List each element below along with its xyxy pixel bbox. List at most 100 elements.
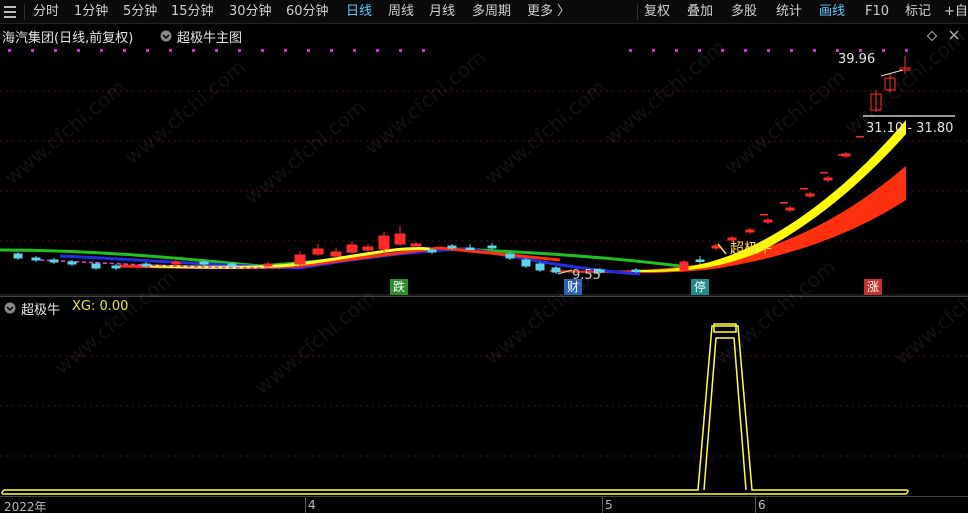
tab-more[interactable]: 更多 〉 bbox=[527, 3, 570, 20]
date-tick bbox=[602, 497, 603, 513]
signal-dot bbox=[629, 49, 632, 52]
signal-dot bbox=[100, 49, 103, 52]
tab-1min[interactable]: 1分钟 bbox=[74, 3, 108, 20]
tab-multi-period[interactable]: 多周期 bbox=[472, 3, 511, 20]
candle-body bbox=[263, 263, 273, 267]
signal-dot bbox=[307, 49, 310, 52]
candle-body bbox=[410, 243, 422, 247]
tab-60min[interactable]: 60分钟 bbox=[286, 3, 329, 20]
f10-button[interactable]: F10 bbox=[865, 3, 889, 20]
statistics-button[interactable]: 统计 bbox=[776, 3, 802, 20]
tab-fenshi[interactable]: 分时 bbox=[33, 3, 59, 20]
candle-body bbox=[679, 261, 689, 271]
chevron-down-icon[interactable] bbox=[4, 302, 16, 314]
date-label-april: 4 bbox=[308, 498, 316, 512]
candle-body bbox=[745, 229, 755, 233]
signal-arrow bbox=[717, 243, 727, 255]
signal-dot bbox=[813, 49, 816, 52]
candle-body bbox=[141, 263, 151, 267]
diamond-icon[interactable] bbox=[927, 31, 937, 41]
signal-dot bbox=[790, 49, 793, 52]
candle-body bbox=[505, 253, 515, 259]
signal-dot bbox=[261, 49, 264, 52]
step-mark bbox=[780, 202, 788, 204]
candle-body bbox=[227, 263, 237, 267]
candle-body bbox=[31, 257, 41, 261]
candle-body bbox=[551, 267, 561, 273]
period-toolbar: 分时 1分钟 5分钟 15分钟 30分钟 60分钟 日线 周线 月线 多周期 更… bbox=[0, 0, 968, 24]
tab-weekly[interactable]: 周线 bbox=[388, 3, 414, 20]
candle-body bbox=[695, 259, 705, 262]
candle-body bbox=[763, 219, 773, 223]
candle-body bbox=[711, 245, 721, 249]
chevron-down-icon[interactable] bbox=[160, 30, 172, 42]
step-mark bbox=[820, 172, 828, 174]
candle-body bbox=[394, 233, 406, 245]
indicator-outer-line bbox=[1, 325, 909, 495]
candle-body bbox=[91, 263, 101, 269]
multi-stock-button[interactable]: 多股 bbox=[731, 3, 757, 20]
candle-body bbox=[111, 265, 121, 269]
fuquan-button[interactable]: 复权 bbox=[644, 3, 670, 20]
draw-line-button[interactable]: 画线 bbox=[819, 3, 845, 20]
candlestick-chart[interactable] bbox=[0, 46, 968, 296]
signal-dot bbox=[8, 49, 11, 52]
signal-dot bbox=[675, 49, 678, 52]
main-indicator-name[interactable]: 超极牛主图 bbox=[177, 27, 242, 46]
signal-dot bbox=[54, 49, 57, 52]
signal-dot bbox=[238, 49, 241, 52]
signal-dot bbox=[882, 49, 885, 52]
signal-label: 超极牛 bbox=[730, 241, 772, 257]
indicator-inner-line bbox=[703, 337, 747, 491]
candle-body bbox=[521, 259, 531, 267]
signal-dot bbox=[376, 49, 379, 52]
stock-title: 海汽集团(日线,前复权) bbox=[2, 31, 134, 46]
step-mark bbox=[856, 136, 864, 138]
indicator-name[interactable]: 超极牛 bbox=[21, 299, 60, 318]
candle-body bbox=[631, 269, 641, 272]
candle-body bbox=[427, 249, 437, 253]
candle-body bbox=[535, 263, 545, 271]
signal-dot bbox=[721, 49, 724, 52]
candle-body bbox=[294, 254, 306, 265]
tab-15min[interactable]: 15分钟 bbox=[171, 3, 214, 20]
date-tick bbox=[305, 497, 306, 513]
high-price-label: 39.96 bbox=[838, 52, 876, 67]
candle-body bbox=[447, 245, 457, 249]
signal-dot bbox=[146, 49, 149, 52]
range-price-label: 31.10 - 31.80 bbox=[866, 121, 954, 136]
price-step-marks bbox=[760, 136, 864, 216]
candle-body bbox=[823, 177, 833, 181]
step-mark bbox=[800, 188, 808, 190]
xg-value: XG: 0.00 bbox=[72, 299, 129, 314]
rise-marker: 涨 bbox=[864, 279, 882, 295]
date-label-june: 6 bbox=[758, 498, 766, 512]
high-arrow bbox=[880, 69, 904, 77]
tab-5min[interactable]: 5分钟 bbox=[123, 3, 157, 20]
close-icon[interactable] bbox=[948, 29, 960, 41]
indicator-chart[interactable] bbox=[0, 296, 968, 496]
toolbar-divider bbox=[24, 4, 25, 20]
signal-dot bbox=[422, 49, 425, 52]
date-label-may: 5 bbox=[605, 498, 613, 512]
tab-monthly[interactable]: 月线 bbox=[429, 3, 455, 20]
signal-dot bbox=[652, 49, 655, 52]
signal-dot bbox=[215, 49, 218, 52]
chart-info-row: 海汽集团(日线,前复权) 超极牛主图 bbox=[0, 24, 968, 46]
candle-body bbox=[171, 261, 181, 265]
overlay-button[interactable]: 叠加 bbox=[687, 3, 713, 20]
candle-body bbox=[378, 235, 390, 250]
hamburger-icon[interactable] bbox=[3, 4, 17, 20]
signal-dot bbox=[353, 49, 356, 52]
add-custom-button[interactable]: +自 bbox=[944, 3, 968, 20]
signal-dot bbox=[31, 49, 34, 52]
mark-button[interactable]: 标记 bbox=[905, 3, 931, 20]
candle-body bbox=[312, 248, 324, 255]
top-signal-dots bbox=[8, 49, 908, 52]
candle-body bbox=[13, 253, 23, 259]
signal-dot bbox=[192, 49, 195, 52]
candle-body bbox=[487, 245, 497, 249]
indicator-peak-cap bbox=[713, 323, 737, 333]
tab-daily[interactable]: 日线 bbox=[346, 3, 372, 20]
tab-30min[interactable]: 30分钟 bbox=[229, 3, 272, 20]
